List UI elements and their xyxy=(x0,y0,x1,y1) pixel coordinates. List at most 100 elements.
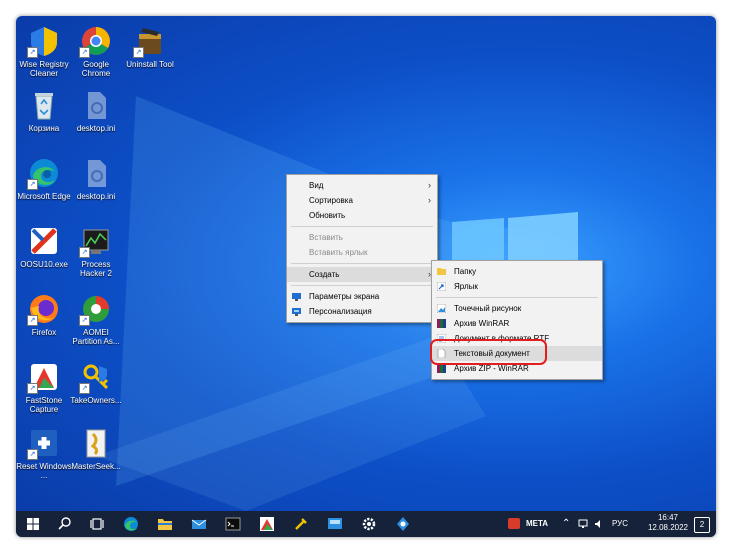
desktop-icon-label: Wise Registry Cleaner xyxy=(19,60,69,78)
settings-blue-icon[interactable] xyxy=(394,515,412,533)
edge-taskbar-icon[interactable] xyxy=(122,515,140,533)
desktop[interactable]: ↗ Wise Registry Cleaner ↗ Google Chrome … xyxy=(16,16,716,537)
desktop-icon-reset-windows[interactable]: ↗ Reset Windows ... xyxy=(16,426,72,480)
shortcut-arrow-icon: ↗ xyxy=(79,383,90,394)
reset-windows-icon: ↗ xyxy=(27,426,61,460)
desktop-icon-desktop-ini-2[interactable]: desktop.ini xyxy=(68,156,124,201)
menu-item-label: Вид xyxy=(309,181,324,190)
menu-item-personalize[interactable]: Персонализация xyxy=(287,304,437,319)
desktop-icon-firefox[interactable]: ↗ Firefox xyxy=(16,292,72,337)
bitmap-icon xyxy=(437,304,446,313)
desktop-icon-masterseeker[interactable]: MasterSeek... xyxy=(68,426,124,471)
menu-separator xyxy=(291,226,433,227)
language-indicator[interactable]: РУС xyxy=(612,519,628,528)
menu-item-label: Обновить xyxy=(309,211,346,220)
network-icon[interactable] xyxy=(578,519,588,529)
desktop-icon-aomei[interactable]: ↗ AOMEI Partition As... xyxy=(68,292,124,346)
desktop-context-menu: Вид › Сортировка › Обновить Вставить Встав… xyxy=(286,174,438,323)
volume-icon[interactable] xyxy=(594,519,604,529)
desktop-icon-oosu10[interactable]: OOSU10.exe xyxy=(16,224,72,269)
desktop-icon-label: Корзина xyxy=(28,124,60,133)
meta-app-icon[interactable] xyxy=(508,518,520,529)
gear-icon[interactable] xyxy=(360,515,378,533)
faststone-icon: ↗ xyxy=(27,360,61,394)
desktop-icon-faststone[interactable]: ↗ FastStone Capture xyxy=(16,360,72,414)
menu-item-label: Параметры экрана xyxy=(309,292,380,301)
shortcut-arrow-icon: ↗ xyxy=(27,383,38,394)
folder-icon xyxy=(437,268,446,275)
desktop-icon-label: Firefox xyxy=(31,328,57,337)
menu-separator xyxy=(291,263,433,264)
personalize-icon xyxy=(292,308,301,316)
menu-item-label: Создать xyxy=(309,270,340,279)
shortcut-arrow-icon: ↗ xyxy=(133,47,144,58)
submenu-item-label: Ярлык xyxy=(454,282,478,291)
terminal-icon[interactable] xyxy=(224,515,242,533)
desktop-icon-google-chrome[interactable]: ↗ Google Chrome xyxy=(68,24,124,78)
menu-item-paste: Вставить xyxy=(287,230,437,245)
menu-item-refresh[interactable]: Обновить xyxy=(287,208,437,223)
desktop-icon-microsoft-edge[interactable]: ↗ Microsoft Edge xyxy=(16,156,72,201)
submenu-item-label: Архив ZIP - WinRAR xyxy=(454,364,529,373)
masterseeker-icon xyxy=(79,426,113,460)
clock-time: 16:47 xyxy=(657,513,679,522)
menu-item-view[interactable]: Вид › xyxy=(287,178,437,193)
desktop-icon-recycle-bin[interactable]: Корзина xyxy=(16,88,72,133)
display-settings-icon xyxy=(292,293,301,301)
zip-archive-icon xyxy=(437,364,446,373)
windows-start-icon[interactable] xyxy=(24,515,42,533)
desktop-icon-label: MasterSeek... xyxy=(71,462,121,471)
submenu-item-folder[interactable]: Папку xyxy=(432,264,602,279)
recycle-bin-icon xyxy=(27,88,61,122)
chevron-right-icon: › xyxy=(428,195,431,205)
submenu-item-shortcut[interactable]: Ярлык xyxy=(432,279,602,294)
search-icon[interactable] xyxy=(56,515,74,533)
faststone-taskbar-icon[interactable] xyxy=(258,515,276,533)
desktop-icon-label: TakeOwners... xyxy=(70,396,122,405)
desktop-icon-label: desktop.ini xyxy=(76,192,116,201)
shortcut-arrow-icon: ↗ xyxy=(27,449,38,460)
shortcut-arrow-icon: ↗ xyxy=(79,315,90,326)
task-view-icon[interactable] xyxy=(88,515,106,533)
desktop-icon-uninstall-tool[interactable]: ↗ Uninstall Tool xyxy=(122,24,178,69)
menu-separator xyxy=(436,297,598,298)
desktop-icon-label: FastStone Capture xyxy=(25,396,63,414)
menu-item-label: Вставить xyxy=(309,233,343,242)
submenu-item-bitmap[interactable]: Точечный рисунок xyxy=(432,301,602,316)
chevron-right-icon: › xyxy=(428,180,431,190)
desktop-icon-wise-registry-cleaner[interactable]: ↗ Wise Registry Cleaner xyxy=(16,24,72,78)
shortcut-arrow-icon: ↗ xyxy=(79,47,90,58)
desktop-icon-takeowner[interactable]: ↗ TakeOwners... xyxy=(68,360,124,405)
clock[interactable]: 16:47 12.08.2022 xyxy=(646,513,690,533)
edge-icon: ↗ xyxy=(27,156,61,190)
oosu10-icon xyxy=(27,224,61,258)
desktop-icon-label: Process Hacker 2 xyxy=(79,260,112,278)
winrar-icon xyxy=(437,319,446,328)
desktop-icon-label: OOSU10.exe xyxy=(20,260,68,269)
desktop-icon-label: Uninstall Tool xyxy=(126,60,174,69)
ini-file-icon xyxy=(79,156,113,190)
menu-item-label: Персонализация xyxy=(309,307,372,316)
desktop-icon-label: Microsoft Edge xyxy=(17,192,71,201)
desktop-icon-desktop-ini[interactable]: desktop.ini xyxy=(68,88,124,133)
takeowner-icon: ↗ xyxy=(79,360,113,394)
tool-taskbar-icon[interactable] xyxy=(292,515,310,533)
mail-icon[interactable] xyxy=(190,515,208,533)
submenu-item-label: Папку xyxy=(454,267,477,276)
shortcut-arrow-icon: ↗ xyxy=(79,247,90,258)
notification-count: 2 xyxy=(699,520,705,529)
meta-label[interactable]: META xyxy=(526,519,548,528)
menu-item-create[interactable]: Создать › xyxy=(287,267,437,282)
file-explorer-icon[interactable] xyxy=(156,515,174,533)
taskbar: META ⌃ РУС 16:47 12.08.2022 2 xyxy=(16,511,716,537)
menu-item-display-settings[interactable]: Параметры экрана xyxy=(287,289,437,304)
menu-item-sort[interactable]: Сортировка › xyxy=(287,193,437,208)
desktop-icon-label: desktop.ini xyxy=(76,124,116,133)
notification-center-icon[interactable]: 2 xyxy=(694,517,710,533)
menu-item-label: Сортировка xyxy=(309,196,353,205)
submenu-item-winrar[interactable]: Архив WinRAR xyxy=(432,316,602,331)
desktop-icon-process-hacker[interactable]: ↗ Process Hacker 2 xyxy=(68,224,124,278)
chevron-up-icon[interactable]: ⌃ xyxy=(562,518,570,529)
control-panel-icon[interactable] xyxy=(326,515,344,533)
ini-file-icon xyxy=(79,88,113,122)
